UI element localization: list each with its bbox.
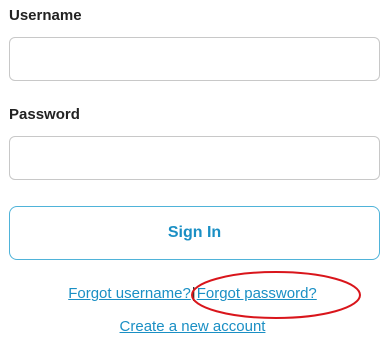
recovery-links: Forgot username?|Forgot password? (0, 285, 385, 302)
username-input[interactable] (9, 37, 380, 81)
login-form: Username Password Sign In Forgot usernam… (0, 0, 385, 340)
forgot-password-link[interactable]: Forgot password? (197, 285, 317, 302)
sign-in-button[interactable]: Sign In (9, 206, 380, 260)
password-label: Password (9, 106, 80, 123)
create-account-row: Create a new account (0, 318, 385, 335)
password-input[interactable] (9, 136, 380, 180)
link-separator: | (191, 285, 196, 302)
create-account-link[interactable]: Create a new account (120, 318, 266, 335)
forgot-username-link[interactable]: Forgot username? (68, 285, 191, 302)
username-label: Username (9, 7, 82, 24)
